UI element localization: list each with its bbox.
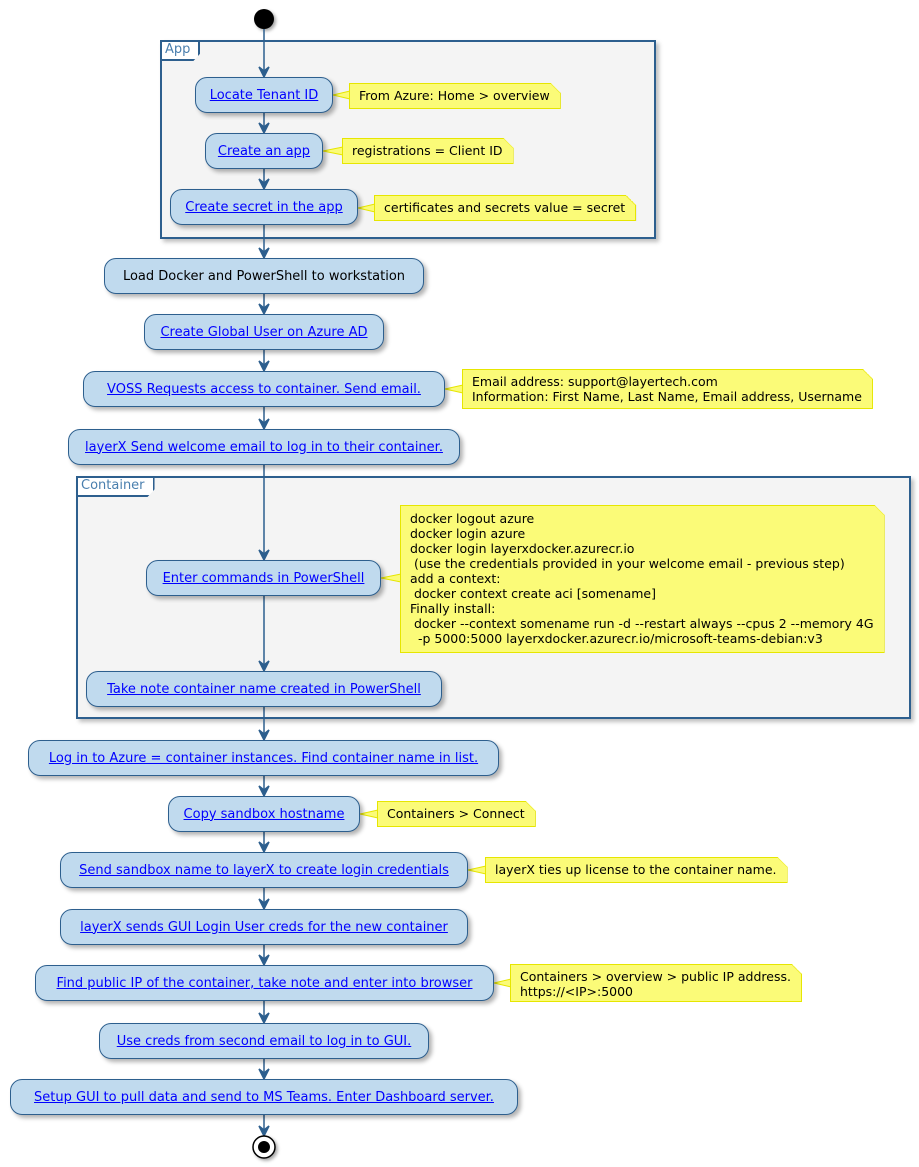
link-send-sandbox[interactable]: Send sandbox name to layerX to create lo… [79,863,449,878]
note-tenant: From Azure: Home > overview [349,83,561,109]
link-copy-hostname[interactable]: Copy sandbox hostname [184,807,345,822]
note-connector [322,146,344,156]
activity-voss-requests[interactable]: VOSS Requests access to container. Send … [83,371,445,407]
note-connector [380,573,402,583]
link-take-note[interactable]: Take note container name created in Powe… [107,682,421,697]
note-commands: docker logout azure docker login azure d… [400,505,885,653]
note-voss: Email address: support@layertech.com Inf… [462,369,873,409]
load-docker-label: Load Docker and PowerShell to workstatio… [122,268,406,284]
activity-find-public-ip[interactable]: Find public IP of the container, take no… [35,965,494,1001]
note-connector [493,978,512,988]
note-public-ip: Containers > overview > public IP addres… [510,964,802,1002]
link-create-secret[interactable]: Create secret in the app [185,200,342,215]
note-connector [357,203,376,213]
note-secret: certificates and secrets value = secret [374,195,636,221]
activity-enter-commands[interactable]: Enter commands in PowerShell [146,560,381,596]
note-connector [467,865,487,875]
activity-setup-gui[interactable]: Setup GUI to pull data and send to MS Te… [10,1079,518,1115]
activity-copy-hostname[interactable]: Copy sandbox hostname [168,796,360,832]
link-layerx-welcome[interactable]: layerX Send welcome email to log in to t… [85,440,443,455]
activity-create-global-user[interactable]: Create Global User on Azure AD [144,314,384,350]
link-locate-tenant-id[interactable]: Locate Tenant ID [210,88,319,103]
activity-layerx-gui-creds[interactable]: layerX sends GUI Login User creds for th… [60,909,468,945]
note-connector [332,90,351,100]
activity-locate-tenant-id[interactable]: Locate Tenant ID [195,77,333,113]
end-node-inner [258,1141,270,1153]
activity-create-app[interactable]: Create an app [205,133,323,169]
activity-layerx-welcome[interactable]: layerX Send welcome email to log in to t… [68,429,460,465]
link-create-app[interactable]: Create an app [218,144,310,159]
link-find-public-ip[interactable]: Find public IP of the container, take no… [57,976,473,991]
link-login-azure[interactable]: Log in to Azure = container instances. F… [49,751,478,766]
activity-take-note[interactable]: Take note container name created in Powe… [86,671,442,707]
link-layerx-gui-creds[interactable]: layerX sends GUI Login User creds for th… [80,920,448,935]
link-create-global-user[interactable]: Create Global User on Azure AD [160,325,367,340]
note-app: registrations = Client ID [342,138,514,164]
note-hostname: Containers > Connect [377,801,536,827]
link-setup-gui[interactable]: Setup GUI to pull data and send to MS Te… [34,1090,494,1105]
activity-load-docker: Load Docker and PowerShell to workstatio… [104,258,424,294]
note-connector [444,384,464,394]
link-voss-requests[interactable]: VOSS Requests access to container. Send … [107,382,421,397]
activity-use-creds[interactable]: Use creds from second email to log in to… [99,1023,429,1059]
link-use-creds[interactable]: Use creds from second email to log in to… [117,1034,412,1049]
activity-create-secret[interactable]: Create secret in the app [170,189,358,225]
note-connector [359,809,379,819]
activity-send-sandbox[interactable]: Send sandbox name to layerX to create lo… [60,852,468,888]
start-node [254,9,274,29]
link-enter-commands[interactable]: Enter commands in PowerShell [163,571,365,586]
activity-login-azure[interactable]: Log in to Azure = container instances. F… [28,740,499,776]
note-sandbox: layerX ties up license to the container … [485,857,788,883]
